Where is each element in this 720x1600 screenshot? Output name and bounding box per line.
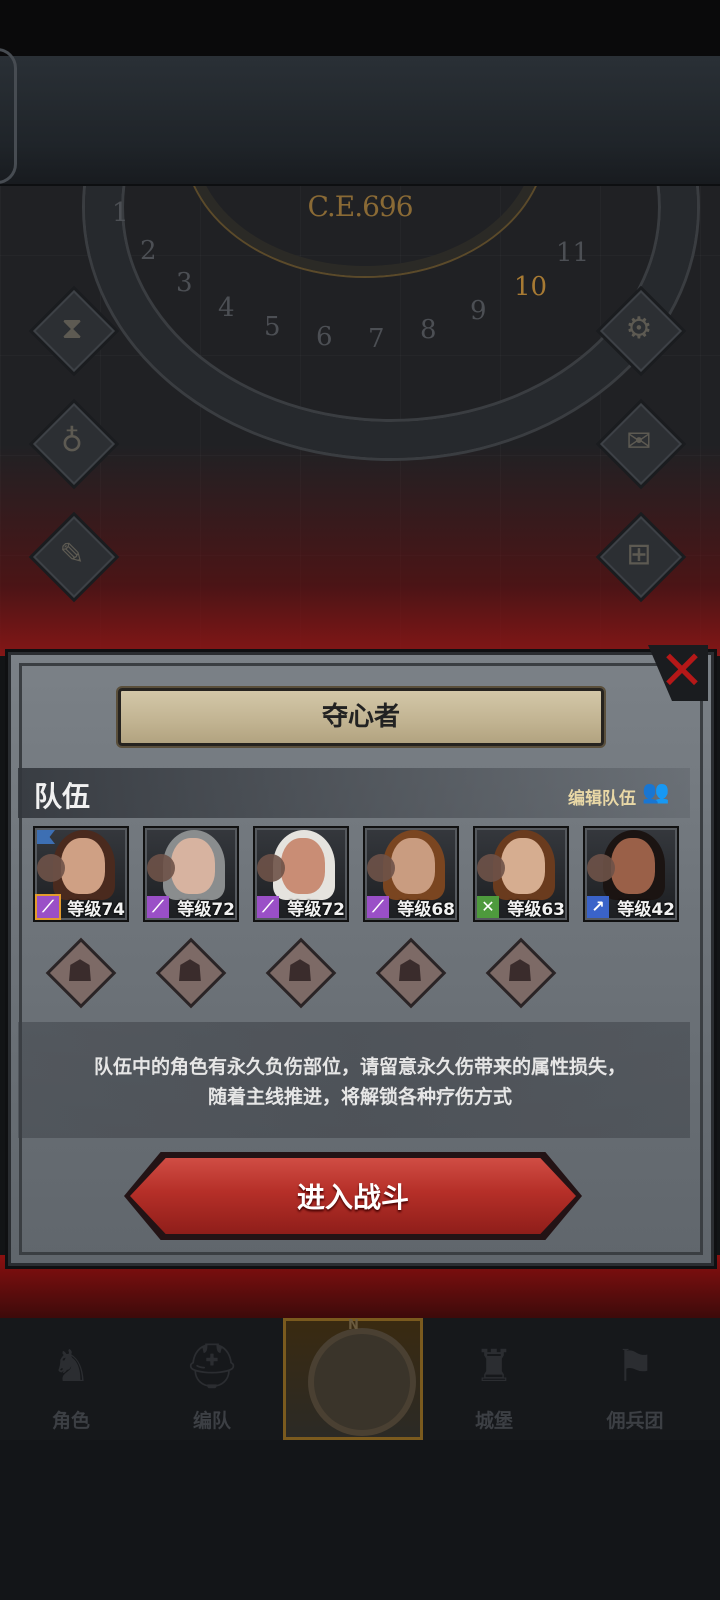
nav-tab-label: 角色 [51,1410,90,1432]
leader-flag-icon [37,830,55,844]
hero-level: 等级72 [287,900,345,920]
modal-title: 夺心者 [321,702,400,732]
injury-silhouette-icon [147,854,175,882]
injury-silhouette-icon [587,854,615,882]
nav-tab[interactable]: ♞ 角色 [1,1318,141,1440]
edit-team-button[interactable]: 编辑队伍 [568,784,636,809]
hooded-figure-icon: ☗ [396,954,424,989]
crossbow-icon: ✕ [477,896,499,918]
hooded-figure-icon: ☗ [176,954,204,989]
hero-level: 等级42 [617,900,675,920]
staff-icon: ⟋ [367,896,389,918]
injury-silhouette-icon [37,854,65,882]
calendar-month-9: 9 [470,296,487,326]
hooded-figure-icon: ☗ [286,954,314,989]
team-label: 队伍 [34,780,91,813]
hooded-figure-icon: ☗ [66,954,94,989]
nav-tab-label: 编队 [192,1410,231,1432]
sword-icon: ↗ [587,896,609,918]
knight-icon: ♞ [51,1341,91,1392]
injury-silhouette-icon [367,854,395,882]
calendar-month-6: 6 [316,322,333,352]
hooded-figure-icon: ☗ [506,954,534,989]
edit-team-icon[interactable]: 👥 [642,778,676,808]
hero-level: 等级63 [507,900,565,920]
staff-icon: ⟋ [37,896,59,918]
hero-card[interactable]: ✕ 等级63 [473,826,569,922]
hero-portrait [171,838,215,894]
gate-icon: ⊞ [626,537,652,572]
calendar-month-1: 1 [112,198,129,228]
scroll-icon: ✎ [59,537,85,572]
hero-portrait [281,838,325,894]
header-band [0,56,720,186]
castle-icon: ♜ [474,1341,514,1392]
nav-tab[interactable]: ⛑ 编队 [142,1318,282,1440]
hero-level: 等级72 [177,900,235,920]
hero-portrait [61,838,105,894]
hero-level: 等级74 [67,900,125,920]
compass-map-icon [308,1328,416,1436]
hourglass-icon: ⧗ [61,311,83,346]
calendar-month-8: 8 [420,315,437,345]
hero-card[interactable]: ⟋ 等级72 [143,826,239,922]
mail-icon: ✉ [626,424,652,459]
nav-tab-label: 城堡 [474,1410,513,1432]
money-bag-icon: ♁ [61,424,83,459]
hero-card[interactable]: ⟋ 等级72 [253,826,349,922]
calendar-month-3: 3 [176,268,193,298]
staff-icon: ⟋ [147,896,169,918]
calendar-month-4: 4 [218,293,235,323]
hero-card[interactable]: ⟋ 等级68 [363,826,459,922]
calendar-month-11: 11 [556,238,590,268]
injury-silhouette-icon [477,854,505,882]
helmet-icon: ⛑ [184,1341,240,1392]
hero-portrait [611,838,655,894]
calendar-month-2: 2 [140,236,157,266]
close-icon[interactable]: ✕ [656,642,708,700]
banner-icon: ⚑ [615,1341,655,1392]
enter-battle-label[interactable]: 进入战斗 [130,1158,576,1238]
calendar-year: C.E.696 [307,190,413,223]
nav-tab[interactable]: ⚑ 佣兵团 [565,1318,705,1440]
calendar-month-5: 5 [264,312,281,342]
gear-icon: ⚙ [625,311,653,346]
injury-notice: 队伍中的角色有永久负伤部位，请留意永久伤带来的属性损失，随着主线推进，将解锁各种… [93,1056,626,1108]
bottom-strip [0,1440,720,1600]
header-notch [0,48,17,184]
status-bar [0,0,720,56]
calendar-month-7: 7 [368,324,385,354]
hero-card[interactable]: ⟋ 等级74 [33,826,129,922]
hero-level: 等级68 [397,900,455,920]
hero-portrait [391,838,435,894]
injury-silhouette-icon [257,854,285,882]
hero-card[interactable]: ↗ 等级42 [583,826,679,922]
compass-north-marker: N [348,1318,359,1333]
nav-tab[interactable]: ♜ 城堡 [424,1318,564,1440]
staff-icon: ⟋ [257,896,279,918]
nav-tab-label: 佣兵团 [606,1410,664,1432]
calendar-month-10: 10 [514,272,548,302]
hero-portrait [501,838,545,894]
